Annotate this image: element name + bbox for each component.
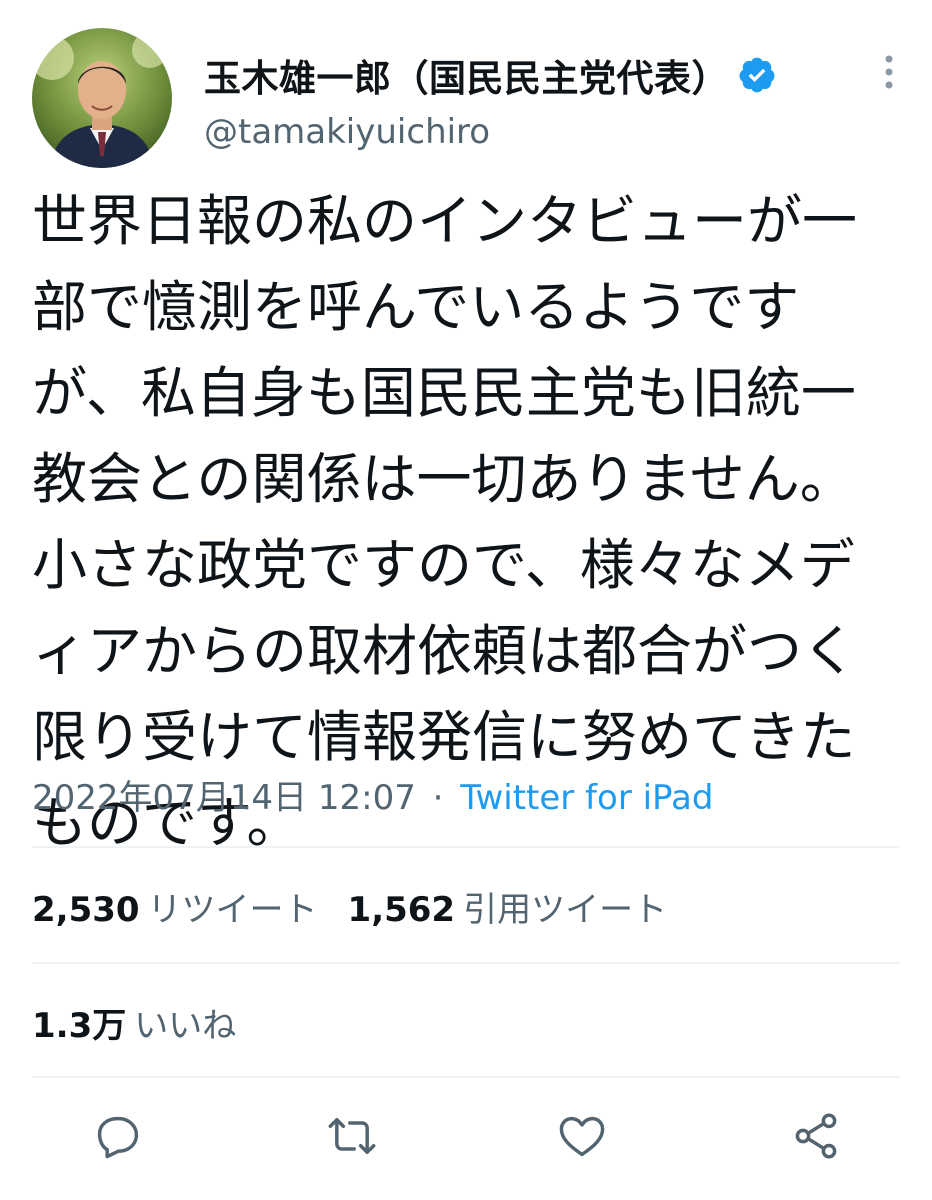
display-name[interactable]: 玉木雄一郎（国民民主党代表）: [204, 48, 729, 102]
share-icon[interactable]: [790, 1110, 842, 1162]
likes-count: 1.3万: [32, 1006, 127, 1046]
likes-label: いいね: [134, 1006, 237, 1046]
tweet-timestamp[interactable]: 2022年07月14日 12:07: [32, 778, 416, 818]
quotes-label: 引用ツイート: [463, 890, 668, 930]
retweet-stats-row: 2,530 リツイート 1,562 引用ツイート: [32, 882, 697, 931]
retweets-count: 2,530: [32, 890, 140, 930]
likes-stats-row: 1.3万 いいね: [32, 998, 266, 1047]
divider: [32, 1076, 900, 1078]
tweet-source-link[interactable]: Twitter for iPad: [460, 778, 713, 818]
tweet-header: 玉木雄一郎（国民民主党代表） @tamakiyuichiro: [32, 28, 900, 168]
retweets-label: リツイート: [147, 890, 318, 930]
heart-icon[interactable]: [556, 1110, 608, 1162]
user-handle[interactable]: @tamakiyuichiro: [204, 112, 490, 152]
quotes-stat[interactable]: 1,562 引用ツイート: [348, 882, 668, 931]
verified-badge-icon: [737, 55, 777, 95]
tweet-text: 世界日報の私のインタビューが一部で憶測を呼んでいるようですが、私自身も国民民主党…: [32, 189, 858, 855]
quotes-count: 1,562: [347, 890, 456, 930]
likes-stat[interactable]: 1.3万 いいね: [32, 998, 236, 1047]
avatar[interactable]: [32, 28, 172, 168]
retweet-icon[interactable]: [326, 1110, 378, 1162]
tweet-meta: 2022年07月14日 12:07 · Twitter for iPad: [32, 770, 713, 819]
divider: [32, 846, 900, 848]
reply-icon[interactable]: [92, 1110, 144, 1162]
tweet-actions-bar: [0, 1110, 932, 1170]
more-vertical-icon[interactable]: [882, 52, 896, 92]
divider: [32, 962, 900, 964]
meta-separator: ·: [432, 778, 444, 818]
display-name-row: 玉木雄一郎（国民民主党代表）: [204, 48, 777, 102]
retweets-stat[interactable]: 2,530 リツイート: [32, 882, 318, 931]
